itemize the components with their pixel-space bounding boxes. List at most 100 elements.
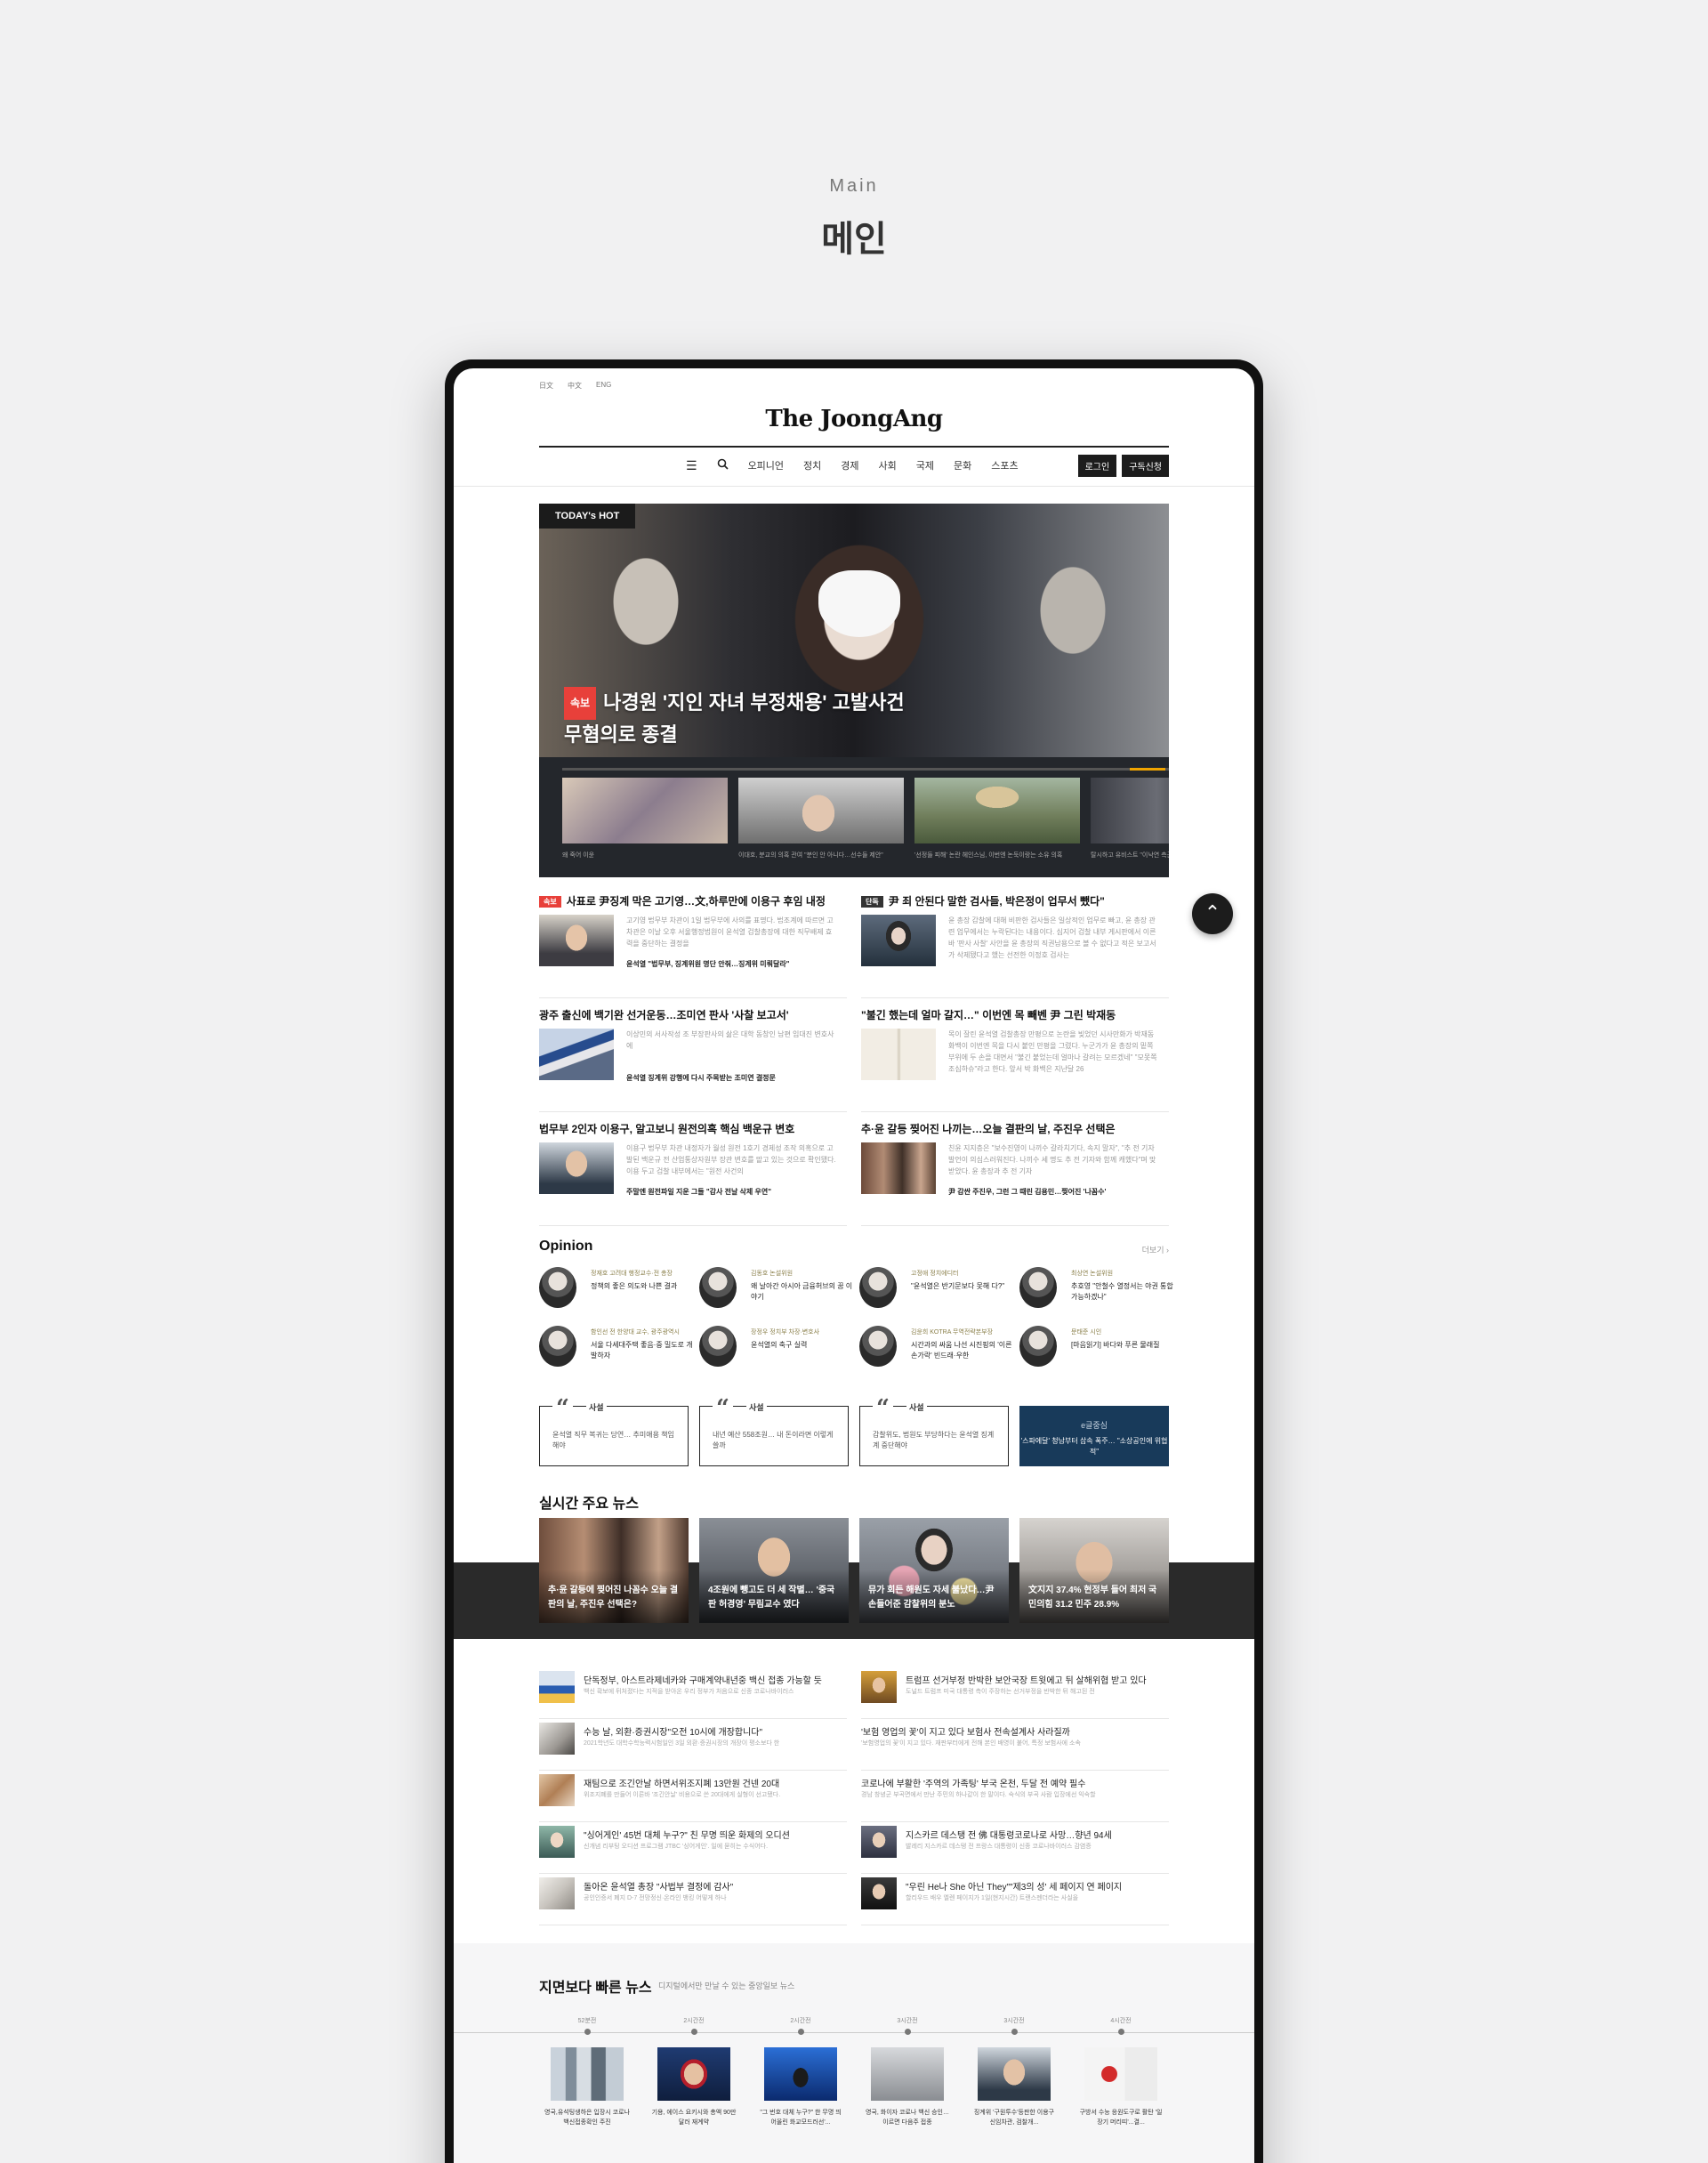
lang-chinese[interactable]: 中文 — [568, 381, 582, 391]
breaking-badge: 속보 — [564, 687, 597, 720]
list-item[interactable]: 지스카르 데스탱 전 佛 대통령코로나로 사망…향년 94세발레리 지스카르 데… — [861, 1822, 1169, 1874]
site-logo[interactable]: The JoongAng — [454, 406, 1254, 432]
news-item[interactable]: "불긴 했는데 얼마 갈지…" 이번엔 목 빼벤 尹 그린 박재동 목이 잘린 … — [861, 1007, 1169, 1112]
related-article-link[interactable]: 주말엔 원전파일 지운 그들 "감사 전날 삭제 우연" — [626, 1187, 840, 1197]
related-article-link[interactable]: 윤석열 징계위 강행에 다시 주목받는 조미연 결정문 — [626, 1073, 840, 1083]
opinion-headline[interactable]: 시간과의 싸움 나선 시진핑의 '이른 손가락' 빈드래·우한 — [911, 1340, 1016, 1361]
nav-world[interactable]: 국제 — [916, 458, 934, 472]
opinion-item[interactable]: 고정애 정치에디터 "윤석열은 반기문보다 못해 다?" — [859, 1267, 1012, 1317]
list-item[interactable]: "싱어게인' 45번 대체 누구?" 친 무명 띄운 화제의 오디션 신개념 리부… — [539, 1822, 847, 1874]
list-item[interactable]: '보험 영업의 꽃'이 지고 있다 보험사 전속설계사 사라질까 '보험영업의 꽃… — [861, 1719, 1169, 1771]
realtime-news-card[interactable]: 추·윤 갈등에 찢어진 나꼼수 오늘 결판의 날, 주진우 선택은? — [539, 1518, 689, 1623]
list-title[interactable]: '보험 영업의 꽃'이 지고 있다 보험사 전속설계사 사라질까 — [861, 1724, 1124, 1738]
related-article-link[interactable]: 尹 감싼 주진우, 그런 그 때린 김용민…찢어진 '나꼼수' — [948, 1187, 1162, 1197]
opinion-item[interactable]: 김동호 논설위원 왜 날아간 아시아 금융허브의 꿈 이야기 — [699, 1267, 852, 1317]
list-title[interactable]: "싱어게인' 45번 대체 누구?" 친 무명 띄운 화제의 오디션 — [584, 1828, 847, 1841]
timeline-item[interactable]: 2시간전 "그 번호 대체 누구?" 한 무명 띄어올린 화교모드러선'... — [753, 2016, 849, 2127]
timeline-item[interactable]: 4시간전 구방서 수능 응원도구로 활탄 '일장기 머리띠'...결... — [1073, 2016, 1169, 2127]
news-item[interactable]: 추·윤 갈등 찢어진 나끼는…오늘 결판의 날, 주진우 선택은 친윤 지지층은… — [861, 1121, 1169, 1226]
list-item[interactable]: 수능 날, 외환·증권시장"오전 10시에 개장합니다" 2021학년도 대학수학… — [539, 1719, 847, 1771]
opinion-headline[interactable]: 추호영 "안철수 열정서는 야권 통합 가능하겠나" — [1071, 1281, 1176, 1303]
list-item[interactable]: 트럼프 선거부정 반박한 보안국장 트윗에고 뒤 살해위협 받고 있다 도널드 트… — [861, 1667, 1169, 1719]
timeline-time: 3시간전 — [1003, 2018, 1025, 2024]
realtime-news-card[interactable]: 뮤가 회든 해원도 자세 불났다…尹 손들어준 감찰위의 분노 — [859, 1518, 1009, 1623]
lang-english[interactable]: ENG — [596, 381, 611, 391]
list-title[interactable]: 재팀으로 조긴안날 하면서위조지폐 13만원 건넨 20대 — [584, 1776, 847, 1789]
news-item[interactable]: 속보 사표로 尹징계 막은 고기영…文,하루만에 이용구 후임 내정 고기영 법무… — [539, 893, 847, 998]
editorial-card[interactable]: “ 사설 내년 예산 558조원… 내 돈이라면 이렇게 쓸까 — [699, 1397, 849, 1466]
list-title[interactable]: 코로나에 부활한 '주역의 가족팅' 부국 온천, 두달 전 예약 필수 — [861, 1776, 1124, 1789]
timeline-caption: "그 번호 대체 누구?" 한 무명 띄어올린 화교모드러선'... — [760, 2110, 842, 2126]
timeline-time: 2시간전 — [683, 2018, 705, 2024]
chevron-up-icon: ⌃ — [1204, 901, 1221, 924]
list-item[interactable]: 단독정부, 아스트라제네카와 구매계약내년중 백신 접종 가능할 듯 백신 확보에… — [539, 1667, 847, 1719]
exclusive-badge: 단독 — [861, 896, 883, 908]
opinion-item[interactable]: 장정우 정치부 차장·변호사 윤석열의 축구 실력 — [699, 1326, 852, 1376]
opinion-headline[interactable]: "윤석열은 반기문보다 못해 다?" — [911, 1281, 1016, 1292]
opinion-more-link[interactable]: 더보기 › — [1142, 1244, 1169, 1255]
news-item[interactable]: 법무부 2인자 이용구, 알고보니 원전의혹 핵심 백운규 변호 이용구 법무부… — [539, 1121, 847, 1226]
opinion-headline[interactable]: 정책의 좋은 의도와 나쁜 결과 — [591, 1281, 696, 1292]
hero-headline[interactable]: 속보 나경원 '지인 자녀 부정채용' 고발사건 무혐의로 종결 — [564, 687, 905, 749]
list-title[interactable]: 단독정부, 아스트라제네카와 구매계약내년중 백신 접종 가능할 듯 — [584, 1673, 847, 1686]
nav-culture[interactable]: 문화 — [954, 458, 971, 472]
opinion-item[interactable]: 최상연 논설위원 추호영 "안철수 열정서는 야권 통합 가능하겠나" — [1019, 1267, 1173, 1317]
realtime-news-card[interactable]: 4조원에 뺑고도 더 세 작별… '중국판 허경영' 무림교수 였다 — [699, 1518, 849, 1623]
timeline-item[interactable]: 2시간전 기용, 에이스 요키시와 총액 90만 달러 재계약 — [646, 2016, 742, 2127]
list-item[interactable]: 돌아온 윤석열 총장 "사법부 결정에 감사" 공인인증서 폐지 D-7 전망정신… — [539, 1874, 847, 1925]
timeline-item[interactable]: 52분전 영국,유석팅생하은 입장시 코로나 백신접종확인 주진 — [539, 2016, 635, 2127]
opinion-headline[interactable]: [마음읽기] 바다와 푸른 물래질 — [1071, 1340, 1176, 1351]
timeline-thumbnail — [1084, 2047, 1157, 2101]
hero-thumb[interactable]: 왜 죽어 이윤 — [562, 778, 728, 860]
list-item[interactable]: "우린 He나 She 아닌 They""제3의 성' 세 페이지 연 페이지 할… — [861, 1874, 1169, 1925]
list-title[interactable]: 돌아온 윤석열 총장 "사법부 결정에 감사" — [584, 1879, 847, 1893]
list-summary: 발레리 지스카르 데스탱 전 프랑스 대통령이 신종 코로나바이러스 감염증 — [906, 1844, 1092, 1850]
nav-economy[interactable]: 경제 — [841, 458, 858, 472]
opinion-headline[interactable]: 왜 날아간 아시아 금융허브의 꿈 이야기 — [751, 1281, 856, 1303]
list-title[interactable]: 트럼프 선거부정 반박한 보안국장 트윗에고 뒤 살해위협 받고 있다 — [906, 1673, 1169, 1686]
nav-politics[interactable]: 정치 — [803, 458, 821, 472]
search-icon[interactable] — [717, 458, 729, 472]
editorial-card[interactable]: “ 사설 윤석열 직무 복귀는 당연… 추미애용 책임해야 — [539, 1397, 689, 1466]
e-geul-card[interactable]: e글중심 '스파에달' 청남부터 삽속 폭주… "소상공인에 위협적" — [1019, 1406, 1169, 1466]
e-geul-text: '스파에달' 청남부터 삽속 폭주… "소상공인에 위협적" — [1020, 1437, 1168, 1456]
opinion-item[interactable]: 정재호 고려대 행정교수·전 총장 정책의 좋은 의도와 나쁜 결과 — [539, 1267, 692, 1317]
subscribe-button[interactable]: 구독신청 — [1122, 454, 1169, 477]
opinion-item[interactable]: 문태준 시인 [마음읽기] 바다와 푸른 물래질 — [1019, 1326, 1172, 1376]
login-button[interactable]: 로그인 — [1077, 454, 1117, 477]
timeline-item[interactable]: 3시간전 징계위 '구원투수'등판한 이용구 신임차관, 검찰개... — [966, 2016, 1062, 2127]
news-summary: 고기영 법무부 차관이 1일 법무부에 사의를 표명다. 법조계에 따르면 고 … — [626, 916, 834, 948]
opinion-headline[interactable]: 서울 다세대주택 좋음·중 밀도로 개발하자 — [591, 1340, 696, 1361]
opinion-item[interactable]: 함인선 전 한양대 교수, 광주광역시 서울 다세대주택 좋음·중 밀도로 개발하… — [539, 1326, 693, 1376]
opinion-headline[interactable]: 윤석열의 축구 실력 — [751, 1340, 856, 1351]
nav-sports[interactable]: 스포츠 — [991, 458, 1018, 472]
news-item[interactable]: 단독 尹 죄 안된다 말한 검사들, 박은정이 업무서 뺐다" 윤 총장 감찰에 … — [861, 893, 1169, 998]
hamburger-icon[interactable]: ☰ — [686, 458, 697, 473]
scroll-to-top-button[interactable]: ⌃ — [1192, 893, 1233, 934]
timeline-time: 4시간전 — [1110, 2018, 1132, 2024]
nav-society[interactable]: 사회 — [879, 458, 897, 472]
timeline-item[interactable]: 3시간전 영국, 화이자 코로나 백신 승인…이르면 다음주 접종 — [859, 2016, 955, 2127]
related-article-link[interactable]: 윤석열 "법무부, 징계위원 명단 안줘…징계위 미뤄달라" — [626, 959, 840, 969]
news-item[interactable]: 광주 출신에 백기완 선거운동…조미연 판사 '사찰 보고서' 이상민의 서사작… — [539, 1007, 847, 1112]
columnist-name: 고정애 정치에디터 — [911, 1271, 959, 1277]
list-item[interactable]: 재팀으로 조긴안날 하면서위조지폐 13만원 건넨 20대 위조지폐를 만들어 이… — [539, 1771, 847, 1822]
editorial-card[interactable]: “ 사설 감찰위도, 법원도 부당하다는 윤석열 징계계 중단해야 — [859, 1397, 1009, 1466]
list-title[interactable]: "우린 He나 She 아닌 They""제3의 성' 세 페이지 연 페이지 — [906, 1879, 1169, 1893]
timeline-time: 3시간전 — [897, 2018, 918, 2024]
lang-japanese[interactable]: 日文 — [539, 381, 553, 391]
list-item[interactable]: 코로나에 부활한 '주역의 가족팅' 부국 온천, 두달 전 예약 필수 경남 창… — [861, 1771, 1169, 1822]
opinion-item[interactable]: 김윤희 KOTRA 무역전략본부장 시간과의 싸움 나선 시진핑의 '이른 손가락… — [859, 1326, 1012, 1376]
main-nav: ☰ 오피니언 정치 경제 사회 국제 문화 스포츠 로그인 구독신청 — [539, 454, 1169, 477]
hero-thumb[interactable]: '선정들 피해' 논란 헤인스님, 이번엔 논둑이랑는 소유 의혹 — [914, 778, 1080, 860]
list-title[interactable]: 수능 날, 외환·증권시장"오전 10시에 개장합니다" — [584, 1724, 847, 1738]
nav-opinion[interactable]: 오피니언 — [748, 458, 784, 472]
realtime-news-card[interactable]: 文지지 37.4% 현정부 들어 최저 국민의힘 31.2 민주 28.9% — [1019, 1518, 1169, 1623]
hero-thumbnails: 왜 죽어 이윤 이대호, 분교의 의혹 관여 "분인 안 아니다…선수들 제안"… — [562, 778, 1169, 860]
hero-thumb[interactable]: 탈시하고 유비스트 "이낙연 측근, 기업서 돈 받았다" — [1091, 778, 1169, 860]
hero-thumb-caption: 왜 죽어 이윤 — [562, 852, 595, 859]
todays-hot-hero[interactable]: TODAY's HOT 속보 나경원 '지인 자녀 부정채용' 고발사건 무혐의로… — [539, 504, 1169, 877]
hero-thumb[interactable]: 이대호, 분교의 의혹 관여 "분인 안 아니다…선수들 제안" — [738, 778, 904, 860]
hero-thumb-caption: 이대호, 분교의 의혹 관여 "분인 안 아니다…선수들 제안" — [738, 852, 883, 859]
list-title[interactable]: 지스카르 데스탱 전 佛 대통령코로나로 사망…향년 94세 — [906, 1828, 1169, 1841]
